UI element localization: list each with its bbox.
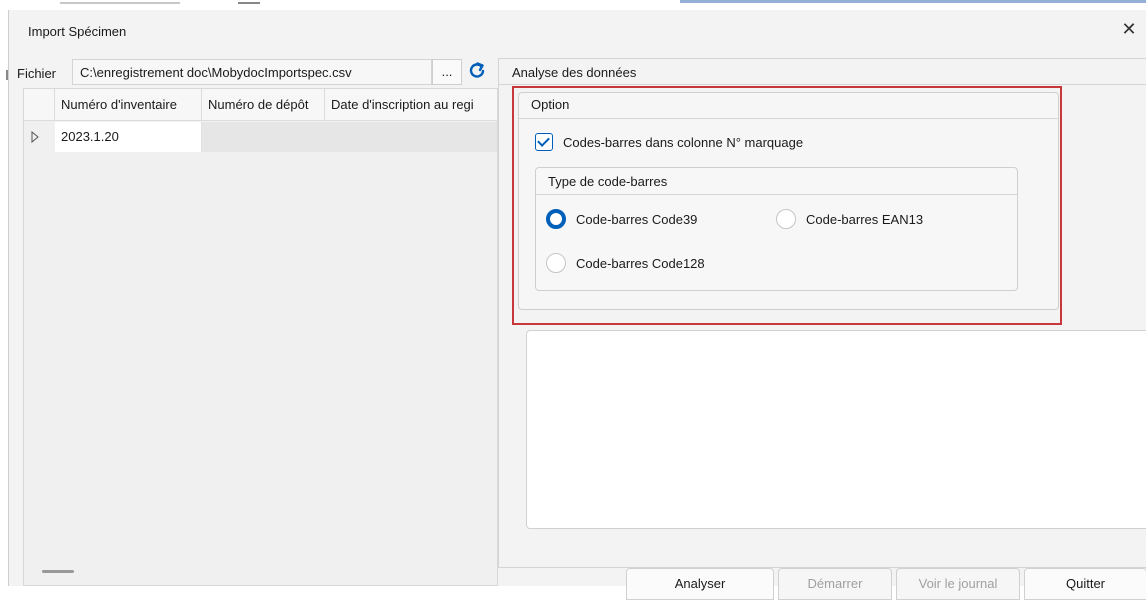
- background-window-strip: [0, 0, 1146, 10]
- close-icon[interactable]: ✕: [1118, 18, 1140, 40]
- barcode-checkbox[interactable]: [535, 133, 553, 151]
- specimen-grid: Numéro d'inventaire Numéro de dépôt Date…: [23, 88, 498, 586]
- column-header-inventory[interactable]: Numéro d'inventaire: [55, 89, 202, 121]
- column-header-deposit[interactable]: Numéro de dépôt: [202, 89, 325, 121]
- window-title: Import Spécimen: [28, 24, 127, 39]
- radio-code128-button[interactable]: [546, 253, 566, 273]
- option-divider: [519, 118, 1058, 119]
- browse-button[interactable]: ...: [432, 59, 462, 85]
- row-header[interactable]: [24, 122, 55, 152]
- radio-code39-button[interactable]: [546, 209, 566, 229]
- table-row[interactable]: 2023.1.20: [24, 122, 497, 152]
- refresh-icon[interactable]: [466, 60, 488, 82]
- file-path-input[interactable]: [72, 59, 432, 85]
- file-label: Fichier: [17, 66, 57, 81]
- option-group: Option Codes-barres dans colonne N° marq…: [518, 92, 1059, 310]
- expand-chevron-icon[interactable]: [30, 131, 40, 143]
- radio-code128[interactable]: Code-barres Code128: [546, 252, 705, 274]
- radio-ean13-label[interactable]: Code-barres EAN13: [806, 212, 923, 227]
- cell-inventory-number[interactable]: 2023.1.20: [55, 122, 202, 152]
- radio-ean13[interactable]: Code-barres EAN13: [776, 208, 923, 230]
- voir-journal-button[interactable]: Voir le journal: [896, 568, 1020, 600]
- radio-code39[interactable]: Code-barres Code39: [546, 208, 697, 230]
- barcode-checkbox-row[interactable]: Codes-barres dans colonne N° marquage: [535, 131, 803, 153]
- background-divider: [238, 2, 260, 4]
- background-window-edge: [0, 10, 8, 586]
- checkmark-icon: [537, 134, 550, 147]
- barcode-type-divider: [536, 194, 1017, 195]
- column-header-registration-date[interactable]: Date d'inscription au regi: [325, 89, 499, 121]
- title-bar: Import Spécimen ✕: [9, 10, 1146, 54]
- radio-code128-label[interactable]: Code-barres Code128: [576, 256, 705, 271]
- analysis-result-area: [526, 330, 1146, 529]
- barcode-type-title: Type de code-barres: [548, 174, 668, 189]
- radio-ean13-button[interactable]: [776, 209, 796, 229]
- scroll-handle[interactable]: [42, 570, 74, 573]
- demarrer-button[interactable]: Démarrer: [778, 568, 892, 600]
- analyser-button[interactable]: Analyser: [626, 568, 774, 600]
- quitter-button[interactable]: Quitter: [1024, 568, 1146, 600]
- analysis-header: Analyse des données: [499, 59, 1146, 85]
- radio-code39-label[interactable]: Code-barres Code39: [576, 212, 697, 227]
- background-divider: [60, 2, 180, 4]
- grid-row-header-corner: [24, 89, 55, 121]
- barcode-checkbox-label[interactable]: Codes-barres dans colonne N° marquage: [563, 135, 803, 150]
- grid-header: Numéro d'inventaire Numéro de dépôt Date…: [24, 89, 497, 121]
- background-accent-bar: [680, 0, 1146, 3]
- barcode-type-group: Type de code-barres Code-barres Code39 C…: [535, 167, 1018, 291]
- option-title: Option: [531, 97, 570, 112]
